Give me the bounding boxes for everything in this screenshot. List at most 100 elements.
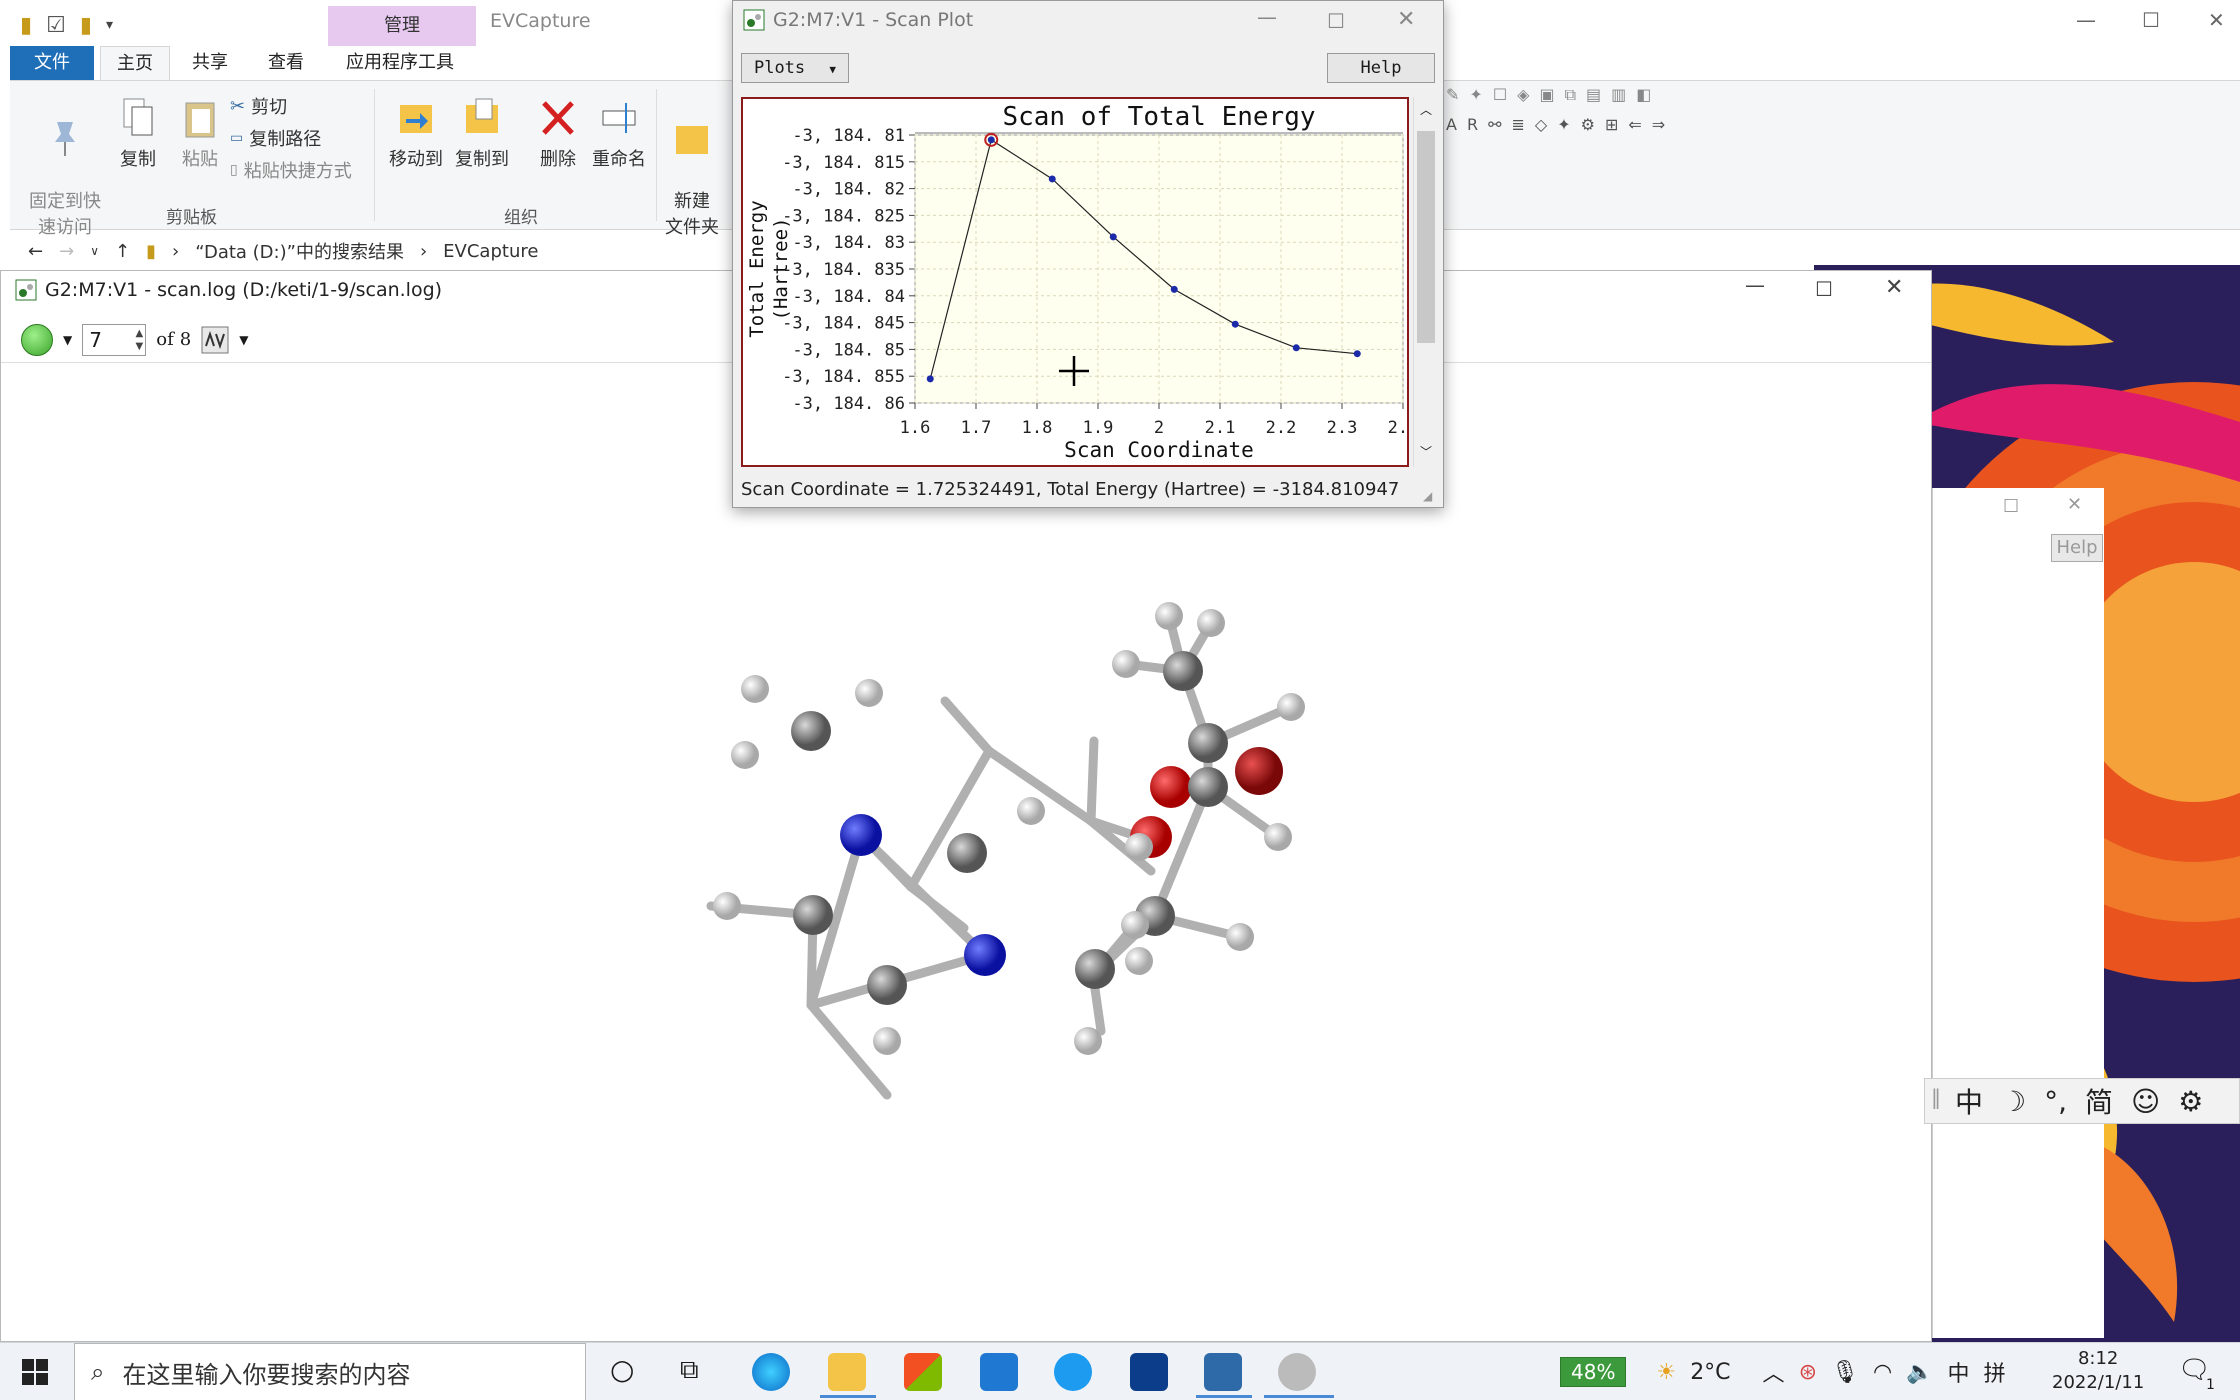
hydrogen-atom[interactable] (1226, 923, 1254, 951)
help-button[interactable]: Help (1327, 53, 1435, 83)
ie-browser-icon[interactable] (1054, 1353, 1092, 1391)
copy-path-button[interactable]: ▭ 复制路径 (230, 125, 321, 151)
hydrogen-atom[interactable] (1112, 650, 1140, 678)
network-icon[interactable]: ◠ (1873, 1360, 1892, 1385)
new-folder-icon[interactable]: ▮ (80, 13, 92, 38)
tab-view[interactable]: 查看 (252, 46, 320, 80)
scan-plot-area[interactable]: Scan of Total Energy -3, 184. 81 -3, 184. … (741, 97, 1418, 467)
folder-icon[interactable]: ▮ (20, 13, 32, 38)
minimize-button[interactable]: — (2076, 8, 2096, 32)
paste-button[interactable]: 粘贴 (172, 97, 228, 171)
cut-button[interactable]: ✂ 剪切 (230, 93, 287, 119)
minimize-button[interactable]: — (1745, 273, 1765, 297)
temperature[interactable]: 2°C (1690, 1360, 1730, 1385)
clock[interactable]: 8:12 2022/1/11 (2052, 1347, 2144, 1395)
carbon-atom[interactable] (1163, 651, 1203, 691)
maximize-button[interactable]: ☐ (1815, 277, 1833, 301)
back-arrow-icon[interactable]: ← (28, 241, 43, 262)
taskbar-search-box[interactable]: ⌕ 在这里输入你要搜索的内容 (74, 1343, 586, 1400)
carbon-atom[interactable] (1075, 949, 1115, 989)
edge-browser-icon[interactable] (752, 1353, 790, 1391)
breadcrumb-search-results[interactable]: “Data (D:)”中的搜索结果 (195, 238, 404, 264)
moon-icon[interactable]: ☽ (2001, 1085, 2026, 1118)
hydrogen-atom[interactable] (1074, 1027, 1102, 1055)
dropdown-arrow-icon[interactable]: ▼ (239, 333, 248, 347)
scrollbar-thumb[interactable] (1417, 131, 1435, 343)
cortana-icon[interactable]: ○ (610, 1353, 634, 1386)
pin-quick-access-button[interactable]: 固定到快 速访问 (22, 97, 108, 239)
minimize-button[interactable]: — (1257, 5, 1277, 29)
windows-start-icon[interactable] (22, 1359, 48, 1385)
copy-to-button[interactable]: 复制到 (450, 97, 514, 171)
help-button[interactable]: Help (2051, 534, 2103, 562)
frame-spinbox[interactable]: 7 ▲ ▼ (82, 323, 147, 356)
weather-icon[interactable]: ☀ (1656, 1360, 1676, 1385)
close-button[interactable]: ✕ (1397, 7, 1415, 32)
app-icon[interactable] (1130, 1353, 1168, 1391)
evcapture-icon[interactable] (1204, 1353, 1242, 1391)
tray-expand-icon[interactable]: ︿ (1763, 1356, 1785, 1388)
tab-file[interactable]: 文件 (10, 46, 94, 80)
ime-language[interactable]: 中 (1948, 1356, 1970, 1388)
new-folder-button[interactable]: 新建 文件夹 (660, 97, 724, 239)
ime-chinese-mode[interactable]: 中 (1955, 1081, 1983, 1121)
file-explorer-icon[interactable] (828, 1353, 866, 1391)
hydrogen-atom[interactable] (873, 1027, 901, 1055)
hydrogen-atom[interactable] (1264, 823, 1292, 851)
settings-icon[interactable]: ⚙ (2178, 1085, 2203, 1118)
hydrogen-atom[interactable] (1155, 602, 1183, 630)
hydrogen-atom[interactable] (1125, 947, 1153, 975)
rename-button[interactable]: 重命名 (584, 97, 654, 171)
qat-dropdown-icon[interactable]: ▾ (106, 17, 113, 33)
recent-dropdown-icon[interactable]: ∨ (90, 244, 99, 258)
task-view-icon[interactable]: ⧉ (680, 1355, 699, 1386)
gaussview-icon[interactable] (1278, 1353, 1316, 1391)
hydrogen-atom[interactable] (1121, 911, 1149, 939)
hydrogen-atom[interactable] (1125, 833, 1153, 861)
volume-icon[interactable]: 🔈 (1906, 1360, 1933, 1385)
breadcrumb-evcapture[interactable]: EVCapture (443, 241, 538, 262)
carbon-atom[interactable] (947, 833, 987, 873)
spin-arrows-icon[interactable]: ▲ ▼ (136, 327, 144, 353)
maximize-button[interactable]: ☐ (2142, 8, 2160, 32)
hydrogen-atom[interactable] (1277, 693, 1305, 721)
carbon-atom[interactable] (793, 895, 833, 935)
delete-button[interactable]: 删除 (526, 97, 590, 171)
run-status-icon[interactable] (21, 323, 53, 356)
tab-home[interactable]: 主页 (100, 46, 170, 80)
tab-app-tools[interactable]: 应用程序工具 (330, 46, 470, 80)
maximize-button[interactable]: ☐ (2003, 496, 2019, 517)
resize-grip-icon[interactable]: ◢ (1423, 489, 1432, 503)
ime-mode[interactable]: 拼 (1984, 1356, 2006, 1388)
animation-icon[interactable] (201, 326, 229, 354)
plots-menu-button[interactable]: Plots ▼ (741, 53, 849, 83)
ime-simplified[interactable]: 简 (2085, 1081, 2113, 1121)
emoji-icon[interactable]: ☺ (2131, 1085, 2160, 1118)
antivirus-icon[interactable]: ⊛ (1799, 1360, 1817, 1385)
copy-button[interactable]: 复制 (110, 97, 166, 171)
hydrogen-atom[interactable] (855, 679, 883, 707)
hydrogen-atom[interactable] (731, 741, 759, 769)
forward-arrow-icon[interactable]: → (59, 241, 74, 262)
properties-icon[interactable]: ☑ (46, 13, 66, 38)
carbon-atom[interactable] (867, 965, 907, 1005)
carbon-atom[interactable] (1188, 767, 1228, 807)
molecule-viewer[interactable] (681, 541, 1341, 1181)
dropdown-arrow-icon[interactable]: ▼ (63, 333, 72, 347)
battery-indicator[interactable]: 48% (1560, 1357, 1627, 1387)
hydrogen-atom[interactable] (741, 675, 769, 703)
up-arrow-icon[interactable]: ↑ (115, 241, 130, 262)
close-button[interactable]: ✕ (2067, 494, 2082, 515)
oxygen-atom[interactable] (1150, 766, 1192, 808)
ime-punctuation[interactable]: °, (2044, 1085, 2067, 1118)
vertical-scrollbar[interactable]: ︿ ﹀ (1413, 97, 1437, 467)
microphone-icon[interactable]: 🎙 (1831, 1360, 1859, 1385)
hydrogen-atom[interactable] (713, 892, 741, 920)
hydrogen-atom[interactable] (1017, 797, 1045, 825)
close-button[interactable]: ✕ (1885, 275, 1903, 300)
paste-shortcut-button[interactable]: ▯ 粘贴快捷方式 (230, 157, 352, 183)
nitrogen-atom[interactable] (964, 934, 1006, 976)
tab-share[interactable]: 共享 (176, 46, 244, 80)
mail-icon[interactable] (980, 1353, 1018, 1391)
store-icon[interactable] (904, 1353, 942, 1391)
